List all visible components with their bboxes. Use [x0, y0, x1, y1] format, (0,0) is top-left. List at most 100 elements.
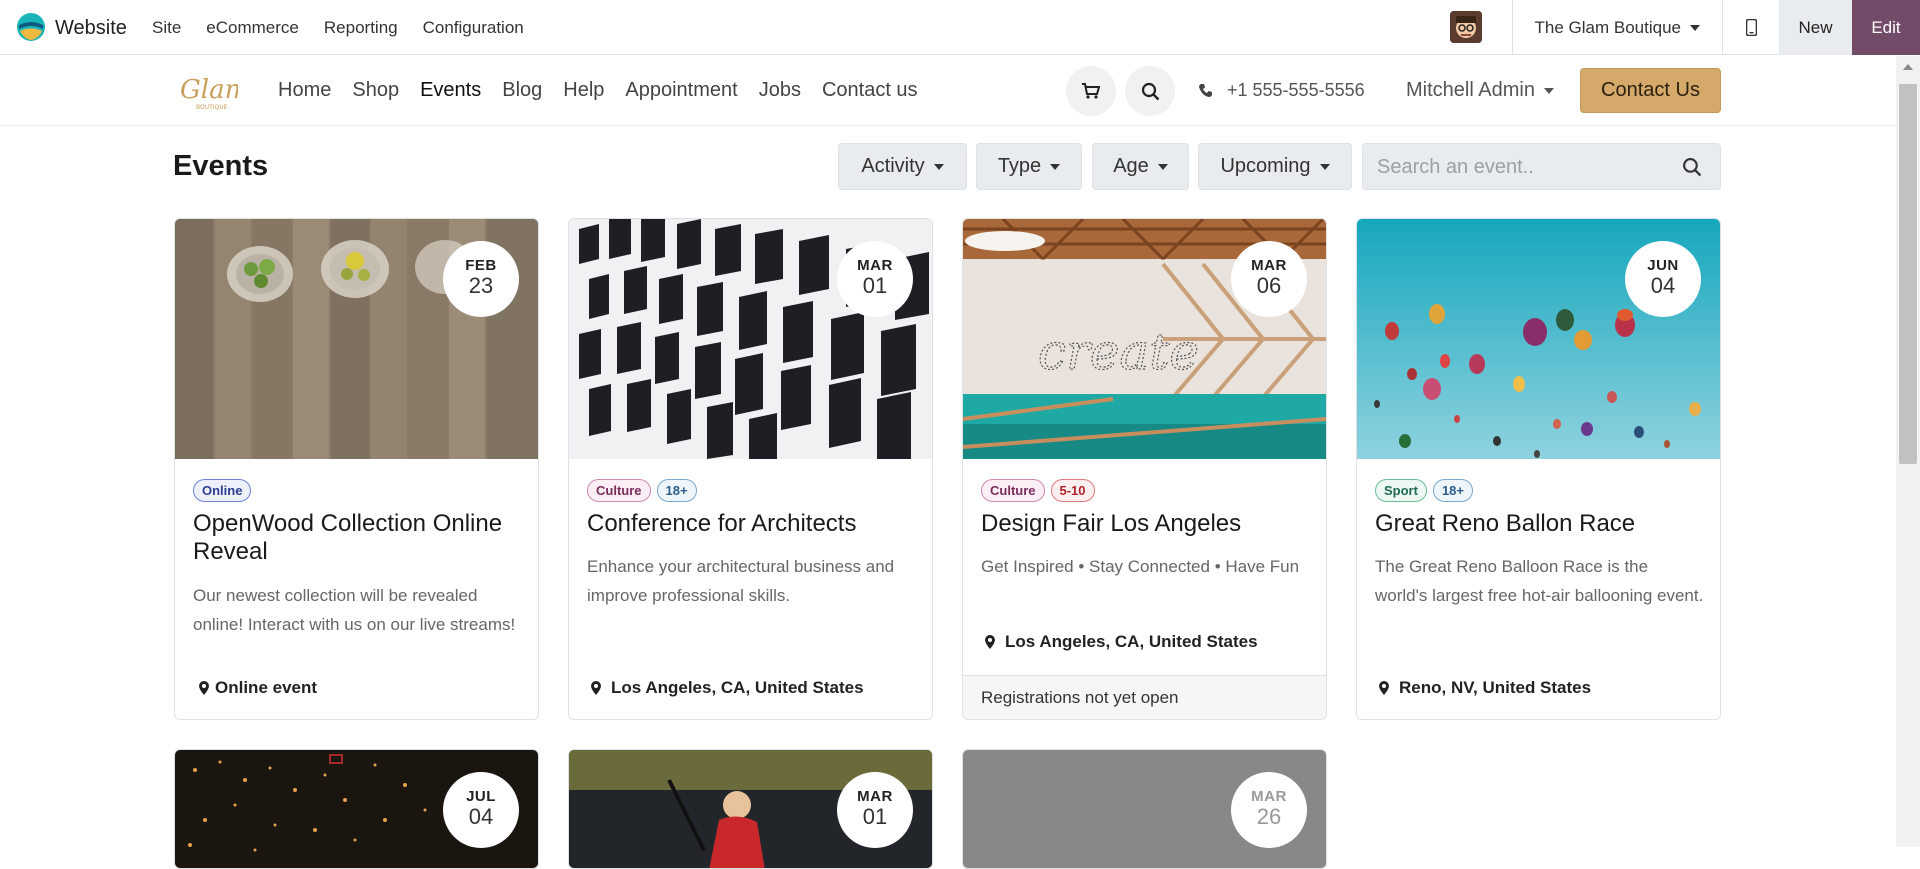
filter-label: Type: [997, 155, 1042, 177]
new-button[interactable]: New: [1779, 0, 1852, 55]
scrollbar-thumb[interactable]: [1899, 84, 1917, 464]
website-header: Glam BOUTIQUE Home Shop Events Blog Help…: [0, 56, 1896, 126]
odoo-top-bar: Website Site eCommerce Reporting Configu…: [0, 0, 1920, 55]
svg-text:Glam: Glam: [180, 75, 238, 105]
event-day: 26: [1256, 804, 1282, 829]
registration-status: Registrations not yet open: [963, 675, 1326, 719]
map-marker-icon: [591, 681, 601, 695]
event-date-badge: MAR 06: [1231, 241, 1307, 317]
chevron-down-icon: [1157, 163, 1168, 170]
nav-contact-us[interactable]: Contact us: [822, 79, 918, 102]
svg-text:BOUTIQUE: BOUTIQUE: [196, 104, 228, 111]
event-card[interactable]: JUN 04 Sport 18+ Great Reno Ballon Race …: [1356, 218, 1721, 720]
event-tag[interactable]: Online: [193, 479, 252, 502]
event-search: [1362, 143, 1721, 190]
filter-age[interactable]: Age: [1092, 143, 1189, 190]
event-card[interactable]: MAR 01: [568, 749, 933, 869]
event-tags: Online: [193, 479, 252, 502]
cart-icon: [1082, 83, 1100, 99]
event-date-badge: MAR 01: [837, 241, 913, 317]
event-tag[interactable]: 5-10: [1050, 479, 1095, 502]
nav-appointment[interactable]: Appointment: [625, 79, 737, 102]
nav-blog[interactable]: Blog: [502, 79, 542, 102]
event-day: 01: [862, 804, 888, 829]
phone-icon: [1199, 84, 1212, 97]
event-search-input[interactable]: [1377, 154, 1667, 180]
event-tag[interactable]: 18+: [656, 479, 697, 502]
filter-upcoming[interactable]: Upcoming: [1198, 143, 1352, 190]
event-date-badge: MAR 01: [837, 772, 913, 848]
company-switcher[interactable]: The Glam Boutique: [1511, 0, 1722, 55]
nav-help[interactable]: Help: [563, 79, 604, 102]
filter-label: Age: [1113, 155, 1149, 177]
cart-button[interactable]: [1066, 66, 1116, 116]
chevron-down-icon: [1690, 24, 1700, 31]
odoo-main-menu: Site eCommerce Reporting Configuration: [152, 18, 524, 38]
nav-shop[interactable]: Shop: [352, 79, 399, 102]
phone-link[interactable]: +1 555-555-5556: [1198, 80, 1365, 101]
event-card[interactable]: JUL 04: [174, 749, 539, 869]
event-title[interactable]: Conference for Architects: [587, 510, 917, 538]
event-card[interactable]: FEB 23 Online OpenWood Collection Online…: [174, 218, 539, 720]
company-name: The Glam Boutique: [1534, 17, 1681, 37]
event-tag[interactable]: Sport: [1375, 479, 1427, 502]
nav-home[interactable]: Home: [278, 79, 331, 102]
chevron-down-icon: [1319, 163, 1330, 170]
event-month: JUN: [1647, 257, 1679, 274]
menu-ecommerce[interactable]: eCommerce: [206, 18, 299, 38]
nav-events[interactable]: Events: [420, 79, 481, 102]
svg-text:create: create: [1038, 323, 1199, 381]
event-title[interactable]: Design Fair Los Angeles: [981, 510, 1311, 538]
search-icon[interactable]: [1682, 157, 1702, 177]
menu-configuration[interactable]: Configuration: [423, 18, 524, 38]
event-location: Los Angeles, CA, United States: [591, 678, 864, 698]
event-date-badge: JUN 04: [1625, 241, 1701, 317]
event-description: Enhance your architectural business and …: [587, 557, 895, 605]
contact-us-button[interactable]: Contact Us: [1580, 68, 1721, 113]
mobile-icon: [1745, 19, 1757, 36]
user-avatar[interactable]: [1449, 11, 1482, 43]
website-app-icon[interactable]: [16, 12, 46, 42]
event-card[interactable]: MAR 26: [962, 749, 1327, 869]
filter-activity[interactable]: Activity: [838, 143, 967, 190]
scroll-up-arrow-icon[interactable]: [1903, 64, 1913, 70]
glam-boutique-logo[interactable]: Glam BOUTIQUE: [178, 68, 238, 114]
event-location-text: Los Angeles, CA, United States: [611, 678, 864, 697]
event-title[interactable]: OpenWood Collection Online Reveal: [193, 510, 523, 566]
edit-button[interactable]: Edit: [1852, 0, 1920, 55]
event-location: Online event: [199, 678, 317, 698]
event-tags: Culture 18+: [587, 479, 697, 502]
event-day: 01: [862, 273, 888, 298]
menu-site[interactable]: Site: [152, 18, 181, 38]
event-month: MAR: [857, 788, 893, 805]
chevron-down-icon: [1543, 87, 1554, 94]
user-menu[interactable]: Mitchell Admin: [1406, 79, 1554, 102]
search-icon: [1141, 82, 1159, 100]
event-month: MAR: [857, 257, 893, 274]
avatar-face-icon: [1449, 11, 1482, 43]
event-card[interactable]: MAR 01 Culture 18+ Conference for Archit…: [568, 218, 933, 720]
odoo-bar-right: The Glam Boutique New Edit: [1449, 0, 1920, 55]
chevron-down-icon: [933, 163, 944, 170]
map-marker-icon: [985, 635, 995, 649]
event-card[interactable]: create MAR 06 Culture 5-10 Design Fair L…: [962, 218, 1327, 720]
event-title[interactable]: Great Reno Ballon Race: [1375, 510, 1705, 538]
event-description: Get Inspired • Stay Connected • Have Fun: [981, 557, 1300, 576]
filter-type[interactable]: Type: [976, 143, 1082, 190]
event-month: JUL: [466, 788, 496, 805]
event-day: 23: [468, 273, 494, 298]
page-scrollbar[interactable]: [1896, 56, 1920, 847]
mobile-preview-button[interactable]: [1722, 0, 1779, 55]
event-tag[interactable]: 18+: [1432, 479, 1474, 502]
event-tag[interactable]: Culture: [981, 479, 1045, 502]
chevron-down-icon: [1050, 163, 1061, 170]
menu-reporting[interactable]: Reporting: [324, 18, 398, 38]
event-tag[interactable]: Culture: [587, 479, 651, 502]
event-month: MAR: [1251, 788, 1287, 805]
event-location: Los Angeles, CA, United States: [985, 632, 1258, 652]
nav-jobs[interactable]: Jobs: [759, 79, 801, 102]
app-name[interactable]: Website: [55, 17, 127, 40]
search-button[interactable]: [1125, 66, 1175, 116]
event-day: 04: [468, 804, 494, 829]
event-location-text: Reno, NV, United States: [1399, 678, 1592, 697]
